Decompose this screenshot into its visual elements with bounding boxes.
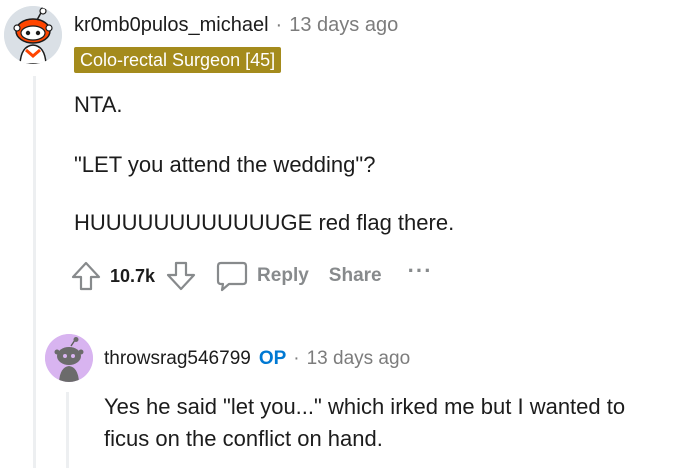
reply-user-avatar[interactable] bbox=[45, 334, 93, 382]
snoo-avatar-icon bbox=[4, 6, 62, 64]
reply-timestamp[interactable]: 13 days ago bbox=[307, 348, 411, 370]
separator-dot: · bbox=[275, 13, 283, 36]
reply-header: throwsrag546799 OP · 13 days ago bbox=[104, 344, 410, 374]
reply-username[interactable]: throwsrag546799 bbox=[104, 348, 251, 370]
comment-paragraph: NTA. bbox=[74, 92, 123, 117]
vote-count: 10.7k bbox=[110, 265, 156, 286]
op-badge: OP bbox=[258, 348, 287, 369]
share-button[interactable]: Share bbox=[329, 265, 382, 287]
reply-line: ficus on the conflict on hand. bbox=[104, 426, 383, 451]
user-avatar[interactable] bbox=[4, 6, 62, 64]
reply-thread-line[interactable] bbox=[66, 392, 69, 468]
reply-button[interactable]: Reply bbox=[215, 259, 309, 293]
comment-timestamp[interactable]: 13 days ago bbox=[289, 14, 398, 37]
upvote-button[interactable] bbox=[70, 260, 102, 292]
comment-username[interactable]: kr0mb0pulos_michael bbox=[74, 14, 269, 37]
thread-line[interactable] bbox=[33, 76, 36, 468]
comment-header: kr0mb0pulos_michael · 13 days ago bbox=[74, 10, 398, 40]
downvote-button[interactable] bbox=[165, 260, 197, 292]
reply-line: Yes he said "let you..." which irked me … bbox=[104, 394, 626, 419]
speech-bubble-icon bbox=[216, 261, 248, 292]
reply-label: Reply bbox=[257, 265, 309, 286]
user-flair: Colo-rectal Surgeon [45] bbox=[74, 47, 282, 73]
more-options-button[interactable]: ··· bbox=[408, 258, 433, 284]
separator-dot: · bbox=[293, 348, 300, 369]
comment-paragraph: HUUUUUUUUUUUUGE red flag there. bbox=[74, 210, 455, 235]
snoo-avatar-icon bbox=[45, 334, 93, 382]
arrow-down-icon bbox=[166, 261, 196, 291]
arrow-up-icon bbox=[71, 261, 101, 291]
comment-action-bar: 10.7k Reply Share ··· bbox=[70, 256, 433, 296]
comment-paragraph: "LET you attend the wedding"? bbox=[74, 152, 376, 177]
